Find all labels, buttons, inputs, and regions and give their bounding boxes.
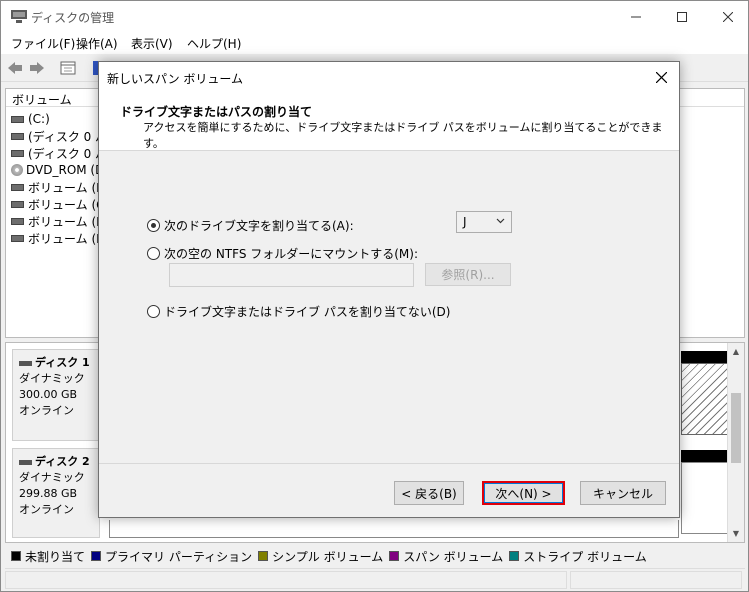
maximize-icon — [677, 11, 687, 22]
folder-path-input[interactable] — [169, 263, 414, 287]
forward-button[interactable] — [28, 59, 46, 77]
menu-action[interactable]: 操作(A) — [76, 35, 118, 52]
legend-item: 未割り当て — [11, 548, 85, 565]
assign-letter-radio[interactable] — [147, 219, 160, 232]
menu-bar: ファイル(F) 操作(A) 表示(V) ヘルプ(H) — [1, 32, 748, 54]
maximize-button[interactable] — [659, 1, 705, 32]
menu-view[interactable]: 表示(V) — [131, 35, 173, 52]
volume-row[interactable]: (C:) — [11, 111, 50, 127]
dialog-header: ドライブ文字またはパスの割り当て アクセスを簡単にするために、ドライブ文字または… — [99, 92, 679, 151]
disk-1-size: 300.00 GB — [19, 388, 78, 401]
volume-row[interactable]: ボリューム (I:) — [11, 230, 108, 246]
column-volume[interactable]: ボリューム — [12, 91, 72, 108]
drive-icon — [11, 132, 24, 140]
partition-strip — [109, 520, 679, 538]
menu-help[interactable]: ヘルプ(H) — [187, 35, 241, 52]
disk-2-size: 299.88 GB — [19, 487, 78, 500]
back-button[interactable] — [6, 59, 24, 77]
dialog-close-button[interactable] — [644, 64, 678, 90]
disk-scrollbar[interactable]: ▲ ▼ — [727, 343, 744, 542]
disk-1-label[interactable]: ディスク 1 ダイナミック 300.00 GB オンライン — [12, 349, 100, 441]
chevron-down-icon — [496, 218, 505, 224]
drive-icon — [11, 115, 24, 123]
minimize-button[interactable] — [613, 1, 659, 32]
window-title: ディスクの管理 — [31, 11, 115, 25]
legend-swatch — [11, 551, 21, 561]
close-button[interactable] — [705, 1, 749, 32]
assign-letter-label: 次のドライブ文字を割り当てる(A): — [164, 219, 354, 233]
mount-folder-option[interactable]: 次の空の NTFS フォルダーにマウントする(M): — [147, 245, 418, 262]
drive-icon — [11, 217, 24, 225]
disk-2-name: ディスク 2 — [19, 454, 93, 470]
disk-icon — [19, 459, 32, 465]
no-assign-radio[interactable] — [147, 305, 160, 318]
no-assign-option[interactable]: ドライブ文字またはドライブ パスを割り当てない(D) — [147, 303, 450, 320]
disk-1-name: ディスク 1 — [19, 355, 93, 371]
legend-item: プライマリ パーティション — [91, 548, 252, 565]
disk-2-status: オンライン — [19, 503, 74, 516]
disk-1-status: オンライン — [19, 404, 74, 417]
legend-item: ストライプ ボリューム — [509, 548, 647, 565]
next-button[interactable]: 次へ(N) > — [482, 481, 565, 505]
drive-letter-select[interactable]: J — [456, 211, 512, 233]
close-icon — [723, 11, 733, 22]
status-bar — [5, 568, 745, 590]
scroll-thumb[interactable] — [731, 393, 741, 463]
menu-file[interactable]: ファイル(F) — [11, 35, 75, 52]
no-assign-label: ドライブ文字またはドライブ パスを割り当てない(D) — [164, 305, 451, 319]
title-bar: ディスクの管理 — [1, 1, 748, 32]
unallocated-bar-disk-2 — [681, 450, 728, 462]
dialog-divider — [99, 463, 679, 464]
close-icon — [655, 71, 667, 83]
unallocated-region-disk-2[interactable] — [681, 462, 728, 534]
assign-letter-option[interactable]: 次のドライブ文字を割り当てる(A): — [147, 217, 354, 234]
cancel-button[interactable]: キャンセル — [580, 481, 666, 505]
disk-1-type: ダイナミック — [19, 372, 85, 385]
status-pane — [570, 571, 742, 589]
scroll-down-icon[interactable]: ▼ — [728, 525, 744, 542]
properties-icon — [60, 61, 76, 75]
minimize-icon — [631, 16, 641, 17]
drive-icon — [11, 200, 24, 208]
properties-button[interactable] — [59, 59, 77, 77]
legend-item: シンプル ボリューム — [258, 548, 383, 565]
mount-folder-label: 次の空の NTFS フォルダーにマウントする(M): — [164, 247, 419, 261]
volume-row[interactable]: DVD_ROM (D: — [11, 162, 108, 178]
status-pane — [5, 571, 567, 589]
legend: 未割り当て プライマリ パーティション シンプル ボリューム スパン ボリューム… — [11, 548, 653, 564]
legend-swatch — [509, 551, 520, 561]
dialog-subheading: アクセスを簡単にするために、ドライブ文字またはドライブ パスをボリュームに割り当… — [143, 121, 663, 150]
dialog-title-bar: 新しいスパン ボリューム — [99, 62, 679, 92]
legend-item: スパン ボリューム — [389, 548, 503, 565]
browse-button[interactable]: 参照(R)... — [425, 263, 511, 286]
back-arrow-icon — [8, 62, 22, 74]
unallocated-bar-disk-1 — [681, 351, 728, 363]
dialog-title: 新しいスパン ボリューム — [107, 72, 244, 86]
disk-2-label[interactable]: ディスク 2 ダイナミック 299.88 GB オンライン — [12, 448, 100, 538]
legend-swatch — [258, 551, 269, 561]
legend-swatch — [389, 551, 400, 561]
disk-2-type: ダイナミック — [19, 471, 85, 484]
scroll-up-icon[interactable]: ▲ — [728, 343, 744, 360]
forward-arrow-icon — [30, 62, 44, 74]
unallocated-region-disk-1[interactable] — [681, 363, 728, 435]
dialog-heading: ドライブ文字またはパスの割り当て — [120, 105, 313, 119]
mount-folder-radio[interactable] — [147, 247, 160, 260]
drive-letter-value: J — [463, 215, 467, 229]
drive-icon — [11, 149, 24, 157]
legend-swatch — [91, 551, 102, 561]
drive-icon — [11, 234, 24, 242]
back-button[interactable]: < 戻る(B) — [394, 481, 464, 505]
disk-management-icon — [11, 10, 27, 23]
drive-icon — [11, 183, 24, 191]
new-spanned-volume-dialog: 新しいスパン ボリューム ドライブ文字またはパスの割り当て アクセスを簡単にする… — [98, 61, 680, 518]
disk-icon — [19, 360, 32, 366]
cd-icon — [11, 164, 23, 176]
